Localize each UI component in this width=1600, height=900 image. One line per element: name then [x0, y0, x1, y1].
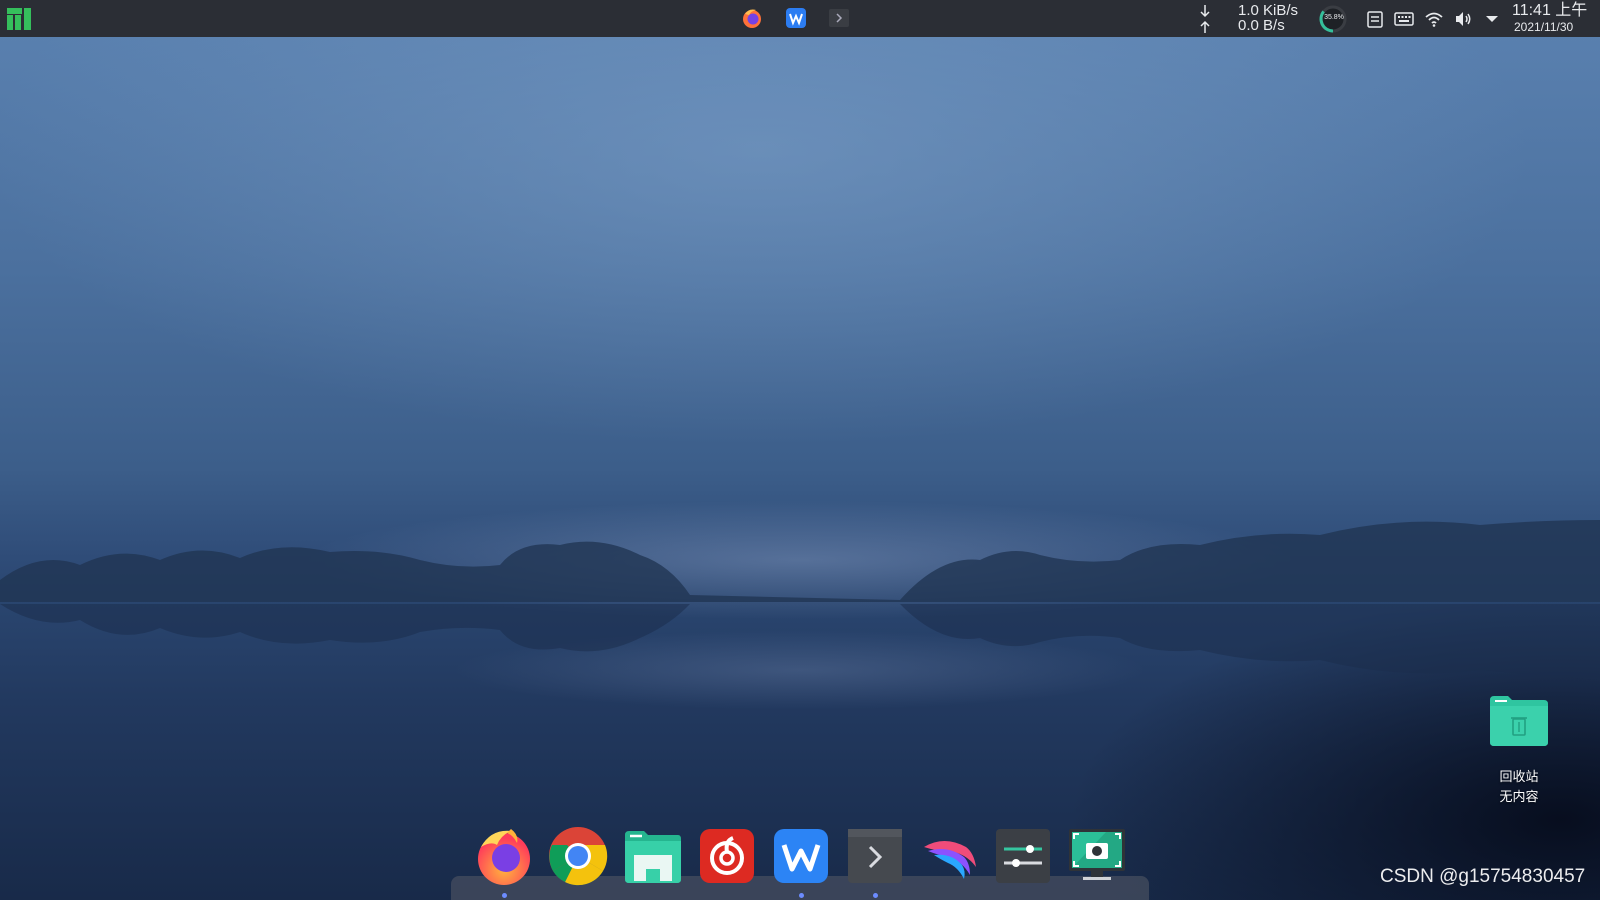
upload-speed: 0.0 B/s	[1238, 17, 1285, 34]
dock-file-manager-icon[interactable]	[622, 825, 684, 887]
dock-wps-icon[interactable]	[770, 825, 832, 887]
dock-dragon-app-icon[interactable]	[918, 825, 980, 887]
keyboard-icon[interactable]	[1394, 9, 1414, 29]
manjaro-logo-icon[interactable]	[7, 8, 31, 30]
desktop[interactable]: 1.0 KiB/s 0.0 B/s 35.8% 11:41 上午 2021/11…	[0, 0, 1600, 900]
clock-time[interactable]: 11:41 上午	[1512, 3, 1587, 19]
trash-status: 无内容	[1499, 789, 1539, 804]
clipboard-icon[interactable]	[1365, 9, 1385, 29]
clock-date[interactable]: 2021/11/30	[1514, 20, 1573, 34]
dock-netease-music-icon[interactable]	[696, 825, 758, 887]
dock-running-indicator	[799, 893, 804, 898]
dock-running-indicator	[502, 893, 507, 898]
wifi-icon[interactable]	[1424, 9, 1444, 29]
wallpaper-treeline	[0, 520, 1600, 680]
dock-settings-sliders-icon[interactable]	[992, 825, 1054, 887]
taskbar-terminal-icon[interactable]	[828, 7, 850, 29]
dock-firefox-icon[interactable]	[473, 825, 535, 887]
network-speed: 1.0 KiB/s 0.0 B/s	[1238, 3, 1298, 33]
volume-icon[interactable]	[1453, 9, 1473, 29]
top-panel: 1.0 KiB/s 0.0 B/s 35.8% 11:41 上午 2021/11…	[0, 0, 1600, 37]
taskbar-wps-icon[interactable]	[785, 7, 807, 29]
download-speed: 1.0 KiB/s	[1238, 2, 1299, 19]
dock-running-indicator	[873, 893, 878, 898]
trash-label: 回收站	[1499, 769, 1539, 784]
dock-chrome-icon[interactable]	[547, 825, 609, 887]
network-arrows-icon	[1200, 5, 1210, 33]
trash-folder-icon	[1490, 696, 1548, 746]
watermark: CSDN @g15754830457	[1380, 866, 1586, 887]
dock-screenshot-icon[interactable]	[1066, 825, 1128, 887]
tray-expand-icon[interactable]	[1482, 9, 1502, 29]
taskbar-firefox-icon[interactable]	[741, 7, 763, 29]
cpu-usage-text: 35.8%	[1324, 14, 1344, 21]
dock-terminal-icon[interactable]	[844, 825, 906, 887]
trash-desktop-icon[interactable]: 回收站 无内容	[1477, 690, 1561, 810]
